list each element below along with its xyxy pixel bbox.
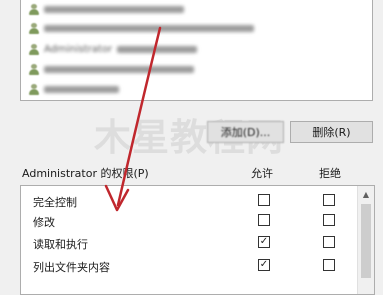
permission-label: 完全控制 (33, 196, 77, 209)
allow-checkbox[interactable]: ✓ (258, 236, 270, 248)
deny-checkbox[interactable] (323, 194, 335, 206)
user-group-icon (29, 23, 39, 34)
scroll-up-arrow-icon[interactable]: ▲ (358, 186, 374, 202)
deny-checkbox[interactable] (323, 214, 335, 226)
list-item-label-blurred (44, 5, 184, 13)
permissions-header: Administrator 的权限(P) 允许 拒绝 (0, 165, 383, 181)
deny-column-header: 拒绝 (319, 167, 341, 180)
user-group-icon (29, 4, 39, 15)
permission-label: 列出文件夹内容 (33, 261, 110, 274)
permissions-list: 完全控制 修改 读取和执行 ✓ 列出文件夹内容 ✓ ▲ (20, 185, 375, 295)
list-item-label-blurred (44, 65, 194, 73)
scroll-thumb[interactable] (361, 204, 371, 278)
allow-column-header: 允许 (251, 167, 273, 180)
list-item-label: Administrator (44, 43, 113, 55)
user-group-icon (29, 84, 39, 95)
deny-checkbox[interactable] (323, 236, 335, 248)
permission-row-modify: 修改 (21, 211, 354, 231)
list-item[interactable] (29, 21, 254, 35)
list-item-label-blurred (44, 24, 254, 32)
permissions-title: Administrator 的权限(P) (22, 167, 149, 180)
list-item-label-blurred (117, 45, 198, 53)
permission-label: 读取和执行 (33, 238, 88, 251)
allow-checkbox[interactable] (258, 214, 270, 226)
group-user-names-list[interactable]: Administrator (20, 0, 373, 101)
user-group-icon (29, 44, 39, 55)
permission-row-full-control: 完全控制 (21, 191, 354, 211)
allow-checkbox[interactable] (258, 194, 270, 206)
list-item[interactable] (29, 2, 184, 16)
allow-checkbox[interactable]: ✓ (258, 259, 270, 271)
list-item-label-blurred (44, 85, 119, 93)
add-button[interactable]: 添加(D)... (207, 121, 284, 143)
vertical-scrollbar[interactable]: ▲ (357, 186, 374, 294)
permission-row-list-folder-contents: 列出文件夹内容 ✓ (21, 256, 354, 276)
list-item[interactable]: Administrator (29, 42, 198, 56)
list-item[interactable] (29, 82, 119, 96)
deny-checkbox[interactable] (323, 259, 335, 271)
user-group-icon (29, 64, 39, 75)
permission-label: 修改 (33, 216, 55, 229)
remove-button[interactable]: 删除(R) (290, 121, 373, 143)
permission-row-read-execute: 读取和执行 ✓ (21, 233, 354, 253)
list-item[interactable] (29, 62, 194, 76)
